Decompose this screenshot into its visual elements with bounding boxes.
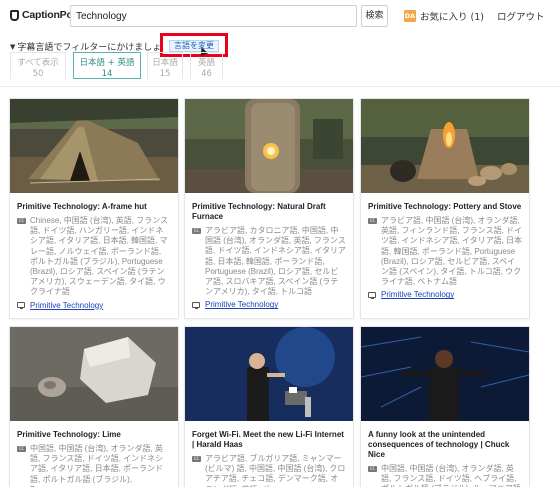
- user-avatar: DA: [404, 10, 416, 22]
- search-button[interactable]: 検索: [361, 5, 388, 27]
- channel-row: Primitive Technology: [192, 300, 346, 309]
- tv-icon: [368, 291, 376, 299]
- caret-down-icon: ▼: [10, 42, 16, 51]
- tab-english[interactable]: 英語 46: [190, 52, 223, 79]
- channel-row: Primitive Technology: [17, 301, 171, 310]
- video-thumbnail[interactable]: [361, 327, 529, 421]
- logo-bookmark-icon: [10, 9, 19, 21]
- video-title[interactable]: Forget Wi-Fi. Meet the new Li-Fi Interne…: [192, 430, 346, 450]
- channel-row: Primitive Technology: [368, 290, 522, 299]
- video-card[interactable]: A funny look at the unintended consequen…: [361, 327, 529, 487]
- subtitle-languages: アラビア語, カタロニア語, 中国語, 中国語 (台湾), オランダ語, 英語,…: [205, 226, 347, 297]
- cc-icon: CC: [192, 456, 201, 462]
- tv-icon: [192, 301, 200, 309]
- language-list: CC 中国語, 中国語 (台湾), オランダ語, 英語, フランス語, ドイツ語…: [368, 464, 522, 487]
- tab-japanese[interactable]: 日本語 15: [147, 52, 183, 79]
- cc-icon: CC: [17, 218, 26, 224]
- channel-link[interactable]: Primitive Technology: [381, 290, 454, 299]
- tab-label: 日本語: [152, 58, 178, 68]
- cc-icon: CC: [192, 228, 201, 234]
- subtitle-languages: アラビア語, ブルガリア語, ミャンマー (ビルマ) 語, 中国語, 中国語 (…: [205, 454, 346, 487]
- divider: [0, 86, 560, 87]
- language-list: CC 中国語, 中国語 (台湾), オランダ語, 英語, フランス語, ドイツ語…: [17, 444, 171, 487]
- language-list: CC Chinese, 中国語 (台湾), 英語, フランス語, ドイツ語, ハ…: [17, 216, 171, 298]
- favorites-label: お気に入り (1): [420, 12, 484, 23]
- cc-icon: CC: [368, 466, 377, 472]
- video-title[interactable]: Primitive Technology: Lime: [17, 430, 171, 440]
- language-list: CC アラビア語, ブルガリア語, ミャンマー (ビルマ) 語, 中国語, 中国…: [192, 454, 346, 487]
- tab-count: 50: [32, 69, 44, 79]
- video-card[interactable]: Primitive Technology: Lime CC 中国語, 中国語 (…: [10, 327, 178, 487]
- channel-link[interactable]: Primitive Technology: [205, 300, 278, 309]
- video-thumbnail[interactable]: [361, 99, 529, 193]
- change-language-button[interactable]: 言語を変更: [169, 40, 219, 52]
- cc-icon: CC: [17, 446, 26, 452]
- video-card[interactable]: Primitive Technology: A-frame hut CC Chi…: [10, 99, 178, 318]
- video-card[interactable]: Forget Wi-Fi. Meet the new Li-Fi Interne…: [185, 327, 353, 487]
- favorites-link[interactable]: DA お気に入り (1): [404, 9, 484, 23]
- tab-japanese-english[interactable]: 日本語 + 英語 14: [73, 52, 141, 79]
- language-list: CC アラビア語, カタロニア語, 中国語, 中国語 (台湾), オランダ語, …: [192, 226, 346, 297]
- video-title[interactable]: Primitive Technology: Natural Draft Furn…: [192, 202, 346, 222]
- subtitle-languages: Chinese, 中国語 (台湾), 英語, フランス語, ドイツ語, ハンガリ…: [30, 216, 169, 297]
- top-bar: CaptionPop 検索 DA お気に入り (1) ログアウト: [0, 0, 560, 34]
- video-title[interactable]: A funny look at the unintended consequen…: [368, 430, 522, 460]
- video-card[interactable]: Primitive Technology: Natural Draft Furn…: [185, 99, 353, 318]
- tab-label: すべて表示: [17, 58, 59, 68]
- video-thumbnail[interactable]: [10, 327, 178, 421]
- subtitle-languages: 中国語, 中国語 (台湾), オランダ語, 英語, フランス語, ドイツ語, ヘ…: [381, 464, 521, 487]
- subtitle-languages: アラビア語, 中国語 (台湾), オランダ語, 英語, フィンランド語, フラン…: [381, 216, 523, 287]
- tab-count: 14: [101, 69, 113, 79]
- tab-count: 46: [201, 69, 212, 79]
- logout-link[interactable]: ログアウト: [497, 9, 545, 23]
- search-input[interactable]: [70, 5, 357, 27]
- tab-show-all[interactable]: すべて表示 50: [10, 52, 66, 79]
- tab-label: 英語: [197, 58, 215, 68]
- video-title[interactable]: Primitive Technology: A-frame hut: [17, 202, 171, 212]
- logo[interactable]: CaptionPop: [10, 9, 79, 21]
- language-list: CC アラビア語, 中国語 (台湾), オランダ語, 英語, フィンランド語, …: [368, 216, 522, 287]
- video-thumbnail[interactable]: [185, 99, 353, 193]
- tv-icon: [17, 302, 25, 310]
- video-title[interactable]: Primitive Technology: Pottery and Stove: [368, 202, 522, 212]
- subtitle-languages: 中国語, 中国語 (台湾), オランダ語, 英語, フランス語, ドイツ語, イ…: [30, 444, 164, 487]
- tab-count: 15: [159, 69, 171, 79]
- video-thumbnail[interactable]: [10, 99, 178, 193]
- tab-label: 日本語 + 英語: [79, 58, 135, 68]
- channel-link[interactable]: Primitive Technology: [30, 301, 103, 310]
- cc-icon: CC: [368, 218, 377, 224]
- video-thumbnail[interactable]: [185, 327, 353, 421]
- video-card[interactable]: Primitive Technology: Pottery and Stove …: [361, 99, 529, 318]
